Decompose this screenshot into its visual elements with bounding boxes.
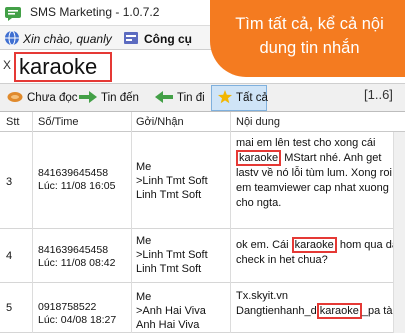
filter-all-button[interactable]: Tất cả xyxy=(211,85,268,111)
unread-icon xyxy=(7,91,23,106)
row-content: mai em lên test cho xong cái karaoke MSt… xyxy=(236,137,392,209)
greeting-menu[interactable]: Xin chào, quanly xyxy=(23,32,112,46)
tools-icon xyxy=(123,30,139,46)
sent-arrow-icon xyxy=(155,90,173,106)
window-title: SMS Marketing - 1.0.7.2 xyxy=(30,5,160,19)
keyword-highlight: karaoke xyxy=(236,150,282,166)
row-number-time: 841639645458 Lúc: 11/08 08:42 xyxy=(38,244,116,269)
filter-sent-button[interactable]: Tin đi xyxy=(148,85,210,111)
column-header-goinhan[interactable]: Gởi/Nhận xyxy=(136,116,184,128)
column-divider xyxy=(230,112,231,333)
keyword-highlight: karaoke xyxy=(316,303,362,319)
app-logo-icon xyxy=(4,4,22,22)
filter-label: Tất cả xyxy=(236,92,268,104)
filter-inbox-button[interactable]: Tin đến xyxy=(72,85,148,111)
clear-search-button[interactable]: X xyxy=(3,58,11,72)
column-header-sotime[interactable]: Số/Time xyxy=(38,116,79,128)
search-input[interactable] xyxy=(14,52,112,82)
page-indicator: [1..6] xyxy=(364,87,393,102)
filter-label: Tin đến xyxy=(101,92,139,104)
row-sender-receiver: Me >Linh Tmt Soft Linh Tmt Soft xyxy=(136,161,208,201)
user-globe-icon xyxy=(4,30,20,46)
inbox-arrow-icon xyxy=(79,90,97,106)
column-divider xyxy=(32,112,33,333)
tools-menu[interactable]: Công cụ xyxy=(144,32,192,46)
row-sender-receiver: Me >Linh Tmt Soft Linh Tmt Soft xyxy=(136,235,208,275)
row-stt: 4 xyxy=(6,250,13,262)
star-icon xyxy=(218,89,232,107)
row-stt: 5 xyxy=(6,302,13,314)
filter-label: Chưa đọc xyxy=(27,92,78,104)
row-sender-receiver: Me >Anh Hai Viva Anh Hai Viva xyxy=(136,291,206,331)
filter-label: Tin đi xyxy=(177,92,205,104)
row-content: ok em. Cái karaoke hom qua da check in h… xyxy=(236,237,398,266)
column-header-stt[interactable]: Stt xyxy=(6,116,19,128)
row-content: Tx.skyit.vn Dangtienhanh_d karaoke _pa tàu xyxy=(236,290,399,319)
column-divider xyxy=(131,112,132,333)
filter-unread-button[interactable]: Chưa đọc xyxy=(0,85,78,111)
row-number-time: 841639645458 Lúc: 11/08 16:05 xyxy=(38,167,116,192)
keyword-highlight: karaoke xyxy=(291,237,337,253)
column-header-noidung[interactable]: Nội dung xyxy=(236,116,280,128)
callout-text: Tìm tất cả, kể cả nội dung tin nhắn xyxy=(235,15,384,57)
vertical-scrollbar[interactable] xyxy=(393,132,405,333)
row-stt: 3 xyxy=(6,176,13,188)
row-number-time: 0918758522 Lúc: 04/08 18:27 xyxy=(38,301,117,326)
